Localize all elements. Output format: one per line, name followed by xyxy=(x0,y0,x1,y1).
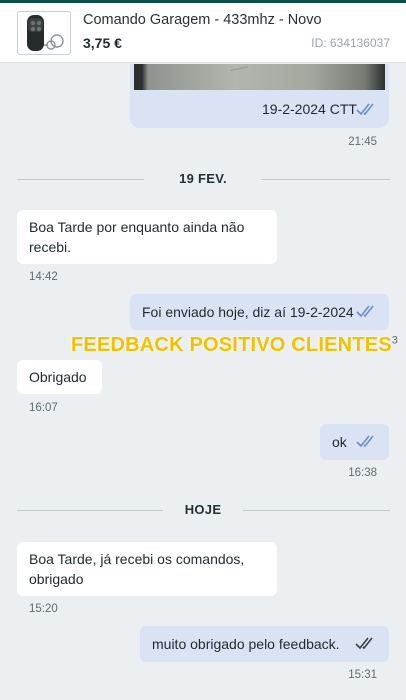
message-time: 16:07 xyxy=(29,402,58,414)
item-thumbnail[interactable] xyxy=(17,11,71,55)
item-price: 3,75 € xyxy=(83,35,122,51)
outgoing-image-message[interactable]: 19-2-2024 CTT xyxy=(130,64,389,128)
outgoing-message[interactable]: ok xyxy=(320,424,389,460)
item-title[interactable]: Comando Garagem - 433mhz - Novo xyxy=(83,12,322,28)
read-double-check-icon xyxy=(356,103,374,116)
incoming-message[interactable]: Boa Tarde por enquanto ainda não recebi. xyxy=(17,210,277,264)
remote-control-icon xyxy=(27,15,64,51)
feedback-watermark: FEEDBACK POSITIVO CLIENTES3 xyxy=(71,334,398,357)
message-line: Boa Tarde por enquanto ainda não xyxy=(29,219,245,235)
incoming-message[interactable]: Boa Tarde, já recebi os comandos, obriga… xyxy=(17,542,277,596)
watermark-text: FEEDBACK POSITIVO CLIENTES xyxy=(71,334,392,356)
read-double-check-icon xyxy=(356,305,374,318)
incoming-message[interactable]: Obrigado xyxy=(17,360,102,394)
separator-line xyxy=(261,179,390,180)
outgoing-message[interactable]: Foi enviado hoje, diz aí 19-2-2024 xyxy=(130,294,389,330)
item-id: ID: 634136037 xyxy=(311,36,390,50)
message-line: recebi. xyxy=(29,239,72,255)
message-text: Foi enviado hoje, diz aí 19-2-2024 xyxy=(142,304,354,320)
message-text: muito obrigado pelo feedback. xyxy=(152,636,340,652)
conversation-header[interactable]: Comando Garagem - 433mhz - Novo 3,75 € I… xyxy=(0,3,406,63)
message-line: obrigado xyxy=(29,571,84,587)
message-line: Boa Tarde, já recebi os comandos, xyxy=(29,551,245,567)
watermark-suffix: 3 xyxy=(391,334,399,347)
date-separator: HOJE xyxy=(0,501,406,521)
message-time: 16:38 xyxy=(348,467,377,479)
message-time: 15:31 xyxy=(348,669,377,681)
read-double-check-icon xyxy=(356,435,374,448)
message-text: 19-2-2024 CTT xyxy=(262,101,357,117)
message-text: ok xyxy=(332,434,347,450)
shipping-photo[interactable] xyxy=(134,64,385,90)
sent-double-check-icon xyxy=(355,637,373,650)
outgoing-message[interactable]: muito obrigado pelo feedback. xyxy=(140,626,389,662)
message-time: 14:42 xyxy=(29,271,58,283)
message-time: 21:45 xyxy=(348,136,377,148)
message-time: 15:20 xyxy=(29,603,58,615)
separator-line xyxy=(243,510,390,511)
message-text: Obrigado xyxy=(29,369,87,385)
date-separator: 19 FEV. xyxy=(0,170,406,190)
